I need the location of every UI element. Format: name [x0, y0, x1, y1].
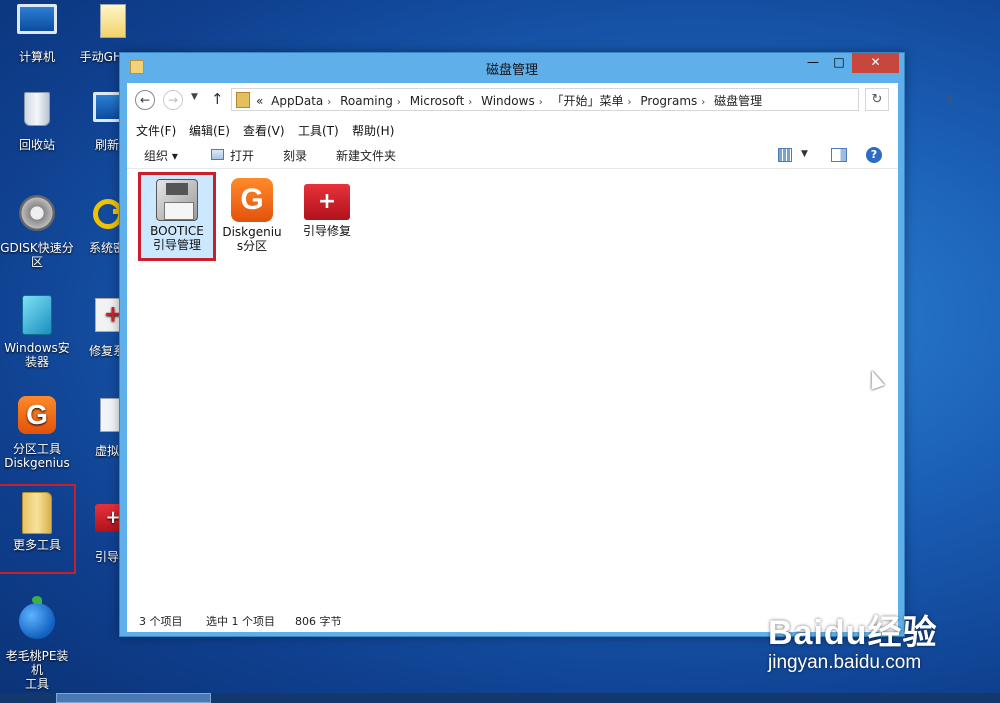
help-icon[interactable]: ?	[866, 147, 882, 163]
minimize-button[interactable]: —	[800, 53, 826, 73]
new-folder-button[interactable]: 新建文件夹	[336, 147, 396, 164]
toolbox-icon: +	[304, 184, 350, 220]
file-label: 引导修复	[302, 224, 351, 238]
title-bar[interactable]: 磁盘管理 — □ ✕	[120, 53, 904, 82]
window-title: 磁盘管理	[485, 63, 538, 78]
desktop-icon-laomaotao[interactable]: 老毛桃PE装机 工具	[0, 596, 74, 691]
chevron-right-icon[interactable]: ›	[397, 97, 401, 108]
preview-pane-icon[interactable]	[831, 148, 847, 162]
address-field[interactable]: « AppData › Roaming › Microsoft › Windows › …	[231, 88, 953, 111]
menu-tools[interactable]: 工具(T)	[298, 122, 339, 139]
desktop-icon-gdisk[interactable]: GDISK快速分 区	[0, 192, 74, 269]
watermark-url: jingyan.baidu.com	[768, 652, 922, 673]
computer-icon	[16, 4, 58, 46]
folder-icon	[236, 92, 250, 108]
open-icon	[211, 149, 224, 160]
menu-help[interactable]: 帮助(H)	[352, 122, 394, 139]
status-selected: 选中 1 个项目	[206, 615, 275, 628]
menu-bar: 文件(F) 编辑(E) 查看(V) 工具(T) 帮助(H)	[127, 117, 898, 141]
taskbar-explorer-button[interactable]	[56, 693, 211, 703]
recycle-bin-icon	[16, 92, 58, 134]
desktop-icon-more-tools[interactable]: 更多工具	[0, 484, 76, 574]
desktop-icon-recycle-bin[interactable]: 回收站	[0, 88, 74, 152]
up-button[interactable]: ↑	[211, 90, 224, 108]
desktop-icon-label: 回收站	[18, 138, 55, 152]
desktop-icon-label: 更多工具	[12, 538, 61, 552]
chevron-right-icon[interactable]: ›	[468, 97, 472, 108]
breadcrumb-item[interactable]: Microsoft	[410, 94, 465, 108]
desktop-icon-label: 老毛桃PE装机 工具	[5, 649, 69, 691]
desktop-icon-label: GDISK快速分 区	[0, 241, 74, 269]
menu-file[interactable]: 文件(F)	[136, 122, 176, 139]
chevron-right-icon[interactable]: ›	[327, 97, 331, 108]
desktop: 计算机 手动GHOST 回收站 刷新桌 GDISK快速分 区 系统密码 Wind…	[0, 0, 1000, 703]
explorer-window: 磁盘管理 — □ ✕ ← → ▼ ↑ « AppData › Roaming › M…	[119, 52, 953, 637]
desktop-icon-windows-installer[interactable]: Windows安 装器	[0, 294, 74, 369]
menu-view[interactable]: 查看(V)	[243, 122, 285, 139]
address-bar: ← → ▼ ↑ « AppData › Roaming › Microsoft › W…	[127, 83, 953, 117]
change-view-icon[interactable]	[778, 148, 792, 162]
installer-icon	[16, 295, 58, 337]
status-size: 806 字节	[295, 615, 342, 628]
menu-edit[interactable]: 编辑(E)	[189, 122, 230, 139]
file-list: BOOTICE 引导管理 G Diskgeniu s分区 + 引导修复	[127, 169, 898, 608]
burn-button[interactable]: 刻录	[283, 147, 307, 164]
back-button[interactable]: ←	[135, 90, 155, 110]
open-button[interactable]: 打开	[230, 147, 254, 164]
breadcrumb-overflow[interactable]: «	[256, 94, 263, 108]
file-item-boot-repair[interactable]: + 引导修复	[290, 174, 364, 238]
desktop-icon-label: 分区工具 Diskgenius	[4, 442, 70, 470]
file-item-diskgenius[interactable]: G Diskgeniu s分区	[215, 174, 289, 253]
breadcrumb-item[interactable]: Roaming	[340, 94, 393, 108]
desktop-icon-label: Windows安 装器	[4, 341, 70, 369]
desktop-icon-diskgenius[interactable]: G 分区工具 Diskgenius	[0, 394, 74, 470]
folder-icon	[16, 492, 58, 534]
organize-button[interactable]: 组织 ▾	[144, 147, 178, 164]
diskgenius-icon: G	[231, 178, 273, 222]
file-label: BOOTICE 引导管理	[150, 224, 204, 252]
diskgenius-icon: G	[16, 396, 58, 438]
status-item-count: 3 个项目	[139, 615, 183, 628]
chevron-down-icon[interactable]: ∨	[946, 94, 953, 105]
refresh-button[interactable]: ↻	[865, 88, 889, 111]
file-label: Diskgeniu s分区	[222, 225, 282, 253]
chevron-down-icon[interactable]: ▼	[801, 149, 808, 159]
breadcrumb: « AppData › Roaming › Microsoft › Windows › …	[256, 92, 766, 109]
desktop-icon-label: 计算机	[18, 50, 55, 64]
ghost-icon	[92, 4, 134, 46]
maximize-button[interactable]: □	[826, 53, 852, 73]
breadcrumb-item[interactable]: Programs	[640, 94, 697, 108]
forward-button[interactable]: →	[163, 90, 183, 110]
recent-locations-icon[interactable]: ▼	[191, 92, 198, 102]
chevron-right-icon[interactable]: ›	[539, 97, 543, 108]
file-item-bootice[interactable]: BOOTICE 引导管理	[138, 172, 216, 261]
watermark: Baidu经验 jingyan.baidu.com	[768, 605, 937, 674]
taskbar	[0, 693, 1000, 703]
breadcrumb-item[interactable]: 磁盘管理	[714, 94, 762, 108]
watermark-logo: Baidu经验	[768, 614, 938, 652]
floppy-icon	[156, 179, 198, 221]
chevron-right-icon[interactable]: ›	[628, 97, 632, 108]
desktop-icon-computer[interactable]: 计算机	[0, 0, 74, 64]
breadcrumb-item[interactable]: 「开始」菜单	[552, 94, 624, 108]
breadcrumb-item[interactable]: Windows	[481, 94, 535, 108]
gear-icon	[16, 195, 58, 237]
peach-icon	[16, 596, 58, 645]
close-button[interactable]: ✕	[852, 53, 899, 73]
breadcrumb-item[interactable]: AppData	[271, 94, 323, 108]
chevron-right-icon[interactable]: ›	[701, 97, 705, 108]
command-bar: 组织 ▾ 打开 刻录 新建文件夹 ▼ ?	[127, 141, 898, 169]
